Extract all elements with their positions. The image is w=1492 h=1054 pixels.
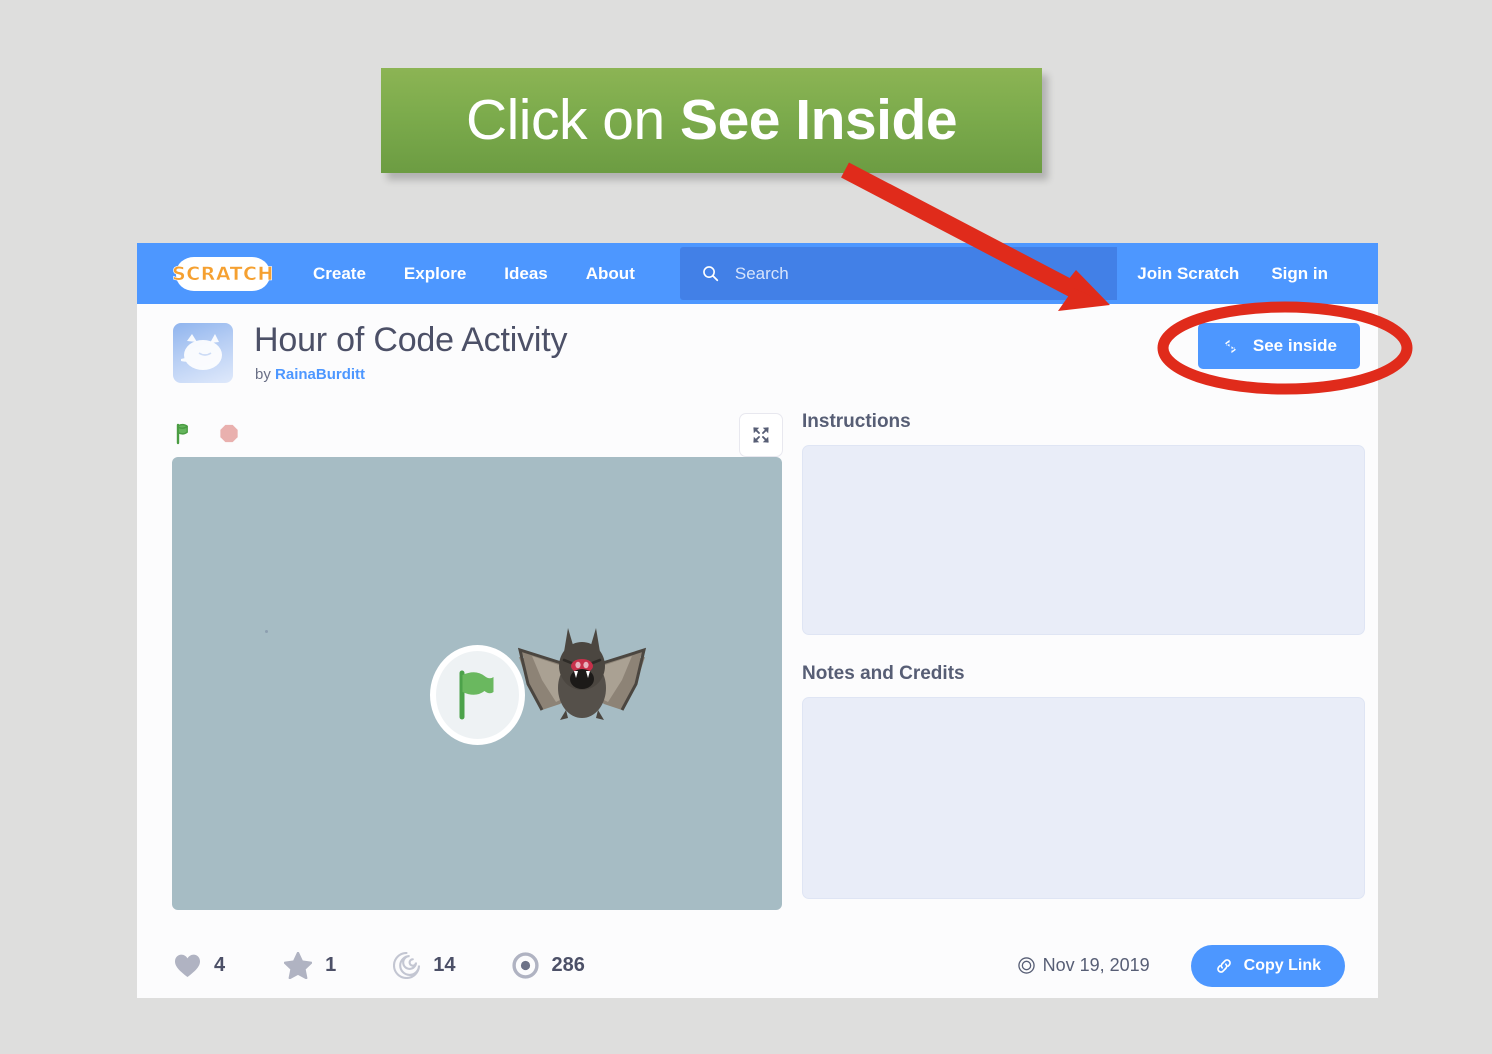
copy-link-label: Copy Link [1243, 956, 1321, 974]
search-input[interactable]: Search [679, 247, 1117, 300]
scratch-project-page: SCRATCH Create Explore Ideas About Searc… [137, 243, 1378, 998]
stat-loves-value: 4 [214, 954, 226, 976]
fullscreen-icon [753, 427, 769, 443]
green-flag-icon[interactable] [173, 422, 197, 446]
nav-link-create[interactable]: Create [294, 264, 385, 284]
stage-speck [265, 630, 268, 633]
heart-icon [175, 954, 200, 977]
nav-link-ideas[interactable]: Ideas [485, 264, 566, 284]
fullscreen-button[interactable] [739, 413, 783, 457]
spiral-target-icon [1017, 957, 1035, 974]
nav-left-group: SCRATCH Create Explore Ideas About Searc… [137, 243, 1117, 304]
nav-link-explore[interactable]: Explore [385, 264, 485, 284]
callout-banner-text: Click on See Inside [466, 92, 958, 149]
scratch-cat-avatar-icon [181, 334, 222, 370]
callout-banner: Click on See Inside [381, 68, 1042, 173]
green-flag-icon [459, 670, 493, 720]
site-navigation-bar: SCRATCH Create Explore Ideas About Searc… [137, 243, 1378, 304]
search-placeholder: Search [734, 263, 789, 283]
callout-text-bold: See Inside [680, 88, 958, 152]
project-info-column: Instructions Notes and Credits [802, 411, 1365, 899]
project-byline: by RainaBurditt [255, 366, 365, 383]
bat-sprite [517, 628, 647, 720]
stat-remixes-value: 14 [433, 954, 456, 976]
remix-spiral-icon [393, 952, 421, 979]
see-inside-label: See inside [1252, 336, 1337, 355]
avatar[interactable] [173, 323, 233, 383]
shared-date-text: Nov 19, 2019 [1042, 955, 1150, 975]
green-flag-overlay-button[interactable] [430, 645, 525, 745]
join-scratch-link[interactable]: Join Scratch [1121, 264, 1255, 284]
page-title: Hour of Code Activity [254, 321, 568, 359]
stat-favorites-value: 1 [325, 954, 337, 976]
notes-and-credits-label: Notes and Credits [802, 663, 965, 684]
project-footer-right: Nov 19, 2019 Copy Link [1017, 944, 1378, 987]
stop-sign-icon[interactable] [218, 422, 242, 446]
project-author-link[interactable]: RainaBurditt [275, 366, 365, 383]
nav-link-about[interactable]: About [567, 264, 654, 284]
instructions-label: Instructions [802, 411, 911, 432]
notes-and-credits-text[interactable] [802, 697, 1365, 899]
stat-views-value: 286 [551, 954, 585, 976]
eye-icon [511, 952, 539, 979]
byline-prefix: by [255, 366, 276, 383]
project-player-column [172, 411, 783, 910]
sign-in-link[interactable]: Sign in [1255, 264, 1344, 284]
project-stats-bar: 4 1 14 286 Nov 19, 2019 Copy Link [137, 933, 1378, 998]
stat-views: 286 [511, 952, 585, 979]
star-icon [284, 952, 313, 979]
scratch-logo[interactable]: SCRATCH [172, 256, 274, 291]
shared-date: Nov 19, 2019 [1017, 955, 1150, 976]
link-icon [1216, 958, 1231, 973]
copy-link-button[interactable]: Copy Link [1190, 944, 1345, 987]
stat-loves[interactable]: 4 [174, 953, 225, 979]
nav-account-group: Join Scratch Sign in [1121, 243, 1378, 304]
see-inside-icon [1224, 339, 1236, 353]
stat-favorites[interactable]: 1 [284, 952, 336, 979]
player-controls [172, 411, 783, 457]
see-inside-button[interactable]: See inside [1197, 323, 1360, 369]
logo-wordmark: SCRATCH [172, 262, 274, 285]
instructions-text[interactable] [802, 445, 1365, 635]
project-stage[interactable] [172, 457, 782, 910]
callout-text-regular: Click on [465, 88, 681, 152]
stat-remixes[interactable]: 14 [393, 952, 456, 979]
search-icon [703, 266, 719, 282]
